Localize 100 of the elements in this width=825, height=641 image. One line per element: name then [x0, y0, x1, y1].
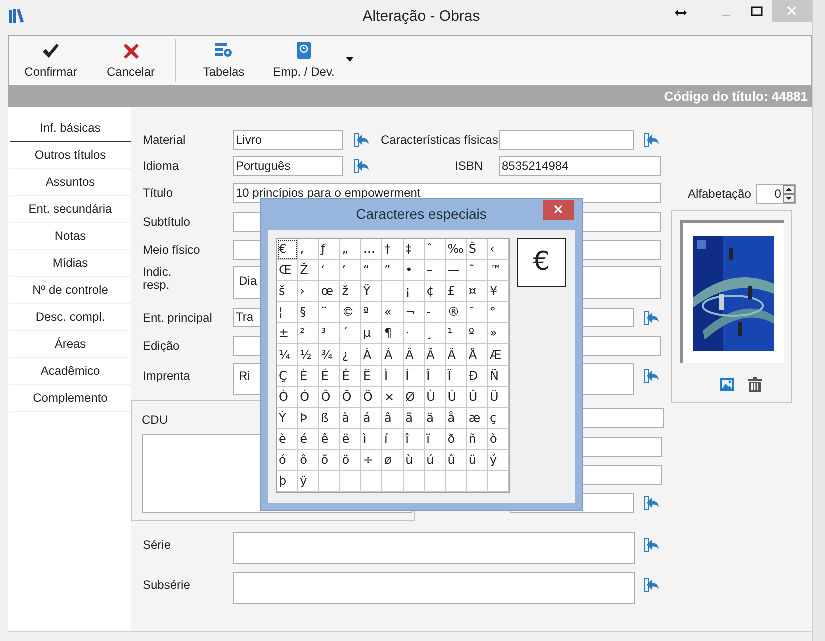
character-cell[interactable]: Í [404, 366, 425, 387]
character-cell[interactable]: – [424, 260, 446, 282]
character-cell[interactable]: Ý [277, 408, 298, 429]
character-cell[interactable]: ½ [298, 344, 320, 366]
character-cell[interactable]: ï [424, 428, 446, 450]
character-cell[interactable]: ’ [340, 260, 362, 282]
character-cell[interactable]: ê [319, 428, 340, 450]
character-cell[interactable]: Œ [277, 260, 298, 282]
character-cell[interactable]: ž [340, 281, 362, 302]
character-cell[interactable]: ö [340, 450, 362, 472]
character-cell[interactable]: ó [277, 450, 298, 472]
toolbar-button[interactable]: Tabelas [184, 40, 264, 80]
character-cell[interactable]: Ï [446, 366, 467, 387]
character-cell[interactable]: Ù [424, 386, 446, 408]
return-arrow-icon[interactable] [354, 133, 370, 147]
sidebar-tab[interactable]: Complemento [10, 385, 131, 412]
sidebar-tab[interactable]: Áreas [10, 331, 131, 358]
image-icon[interactable] [720, 378, 734, 391]
character-cell[interactable]: Þ [298, 408, 320, 429]
character-cell[interactable]: È [298, 366, 320, 387]
character-cell[interactable]: õ [319, 450, 340, 472]
character-cell[interactable]: ñ [466, 428, 488, 450]
toolbar-button[interactable]: Emp. / Dev. [264, 40, 356, 80]
character-cell[interactable]: ü [466, 450, 488, 472]
character-cell[interactable]: ò [488, 428, 510, 450]
character-cell[interactable]: ¦ [277, 302, 298, 324]
sidebar-tab[interactable]: Notas [10, 223, 131, 250]
character-cell[interactable]: € [277, 239, 298, 260]
character-cell[interactable]: í [382, 428, 404, 450]
character-cell[interactable]: Ì [382, 366, 404, 387]
character-cell[interactable]: ‰ [446, 239, 467, 260]
character-cell[interactable]: ú [424, 450, 446, 472]
return-arrow-icon[interactable] [644, 369, 660, 383]
character-cell[interactable]: … [361, 239, 382, 260]
character-cell[interactable]: à [340, 408, 362, 429]
character-cell[interactable]: þ [277, 471, 298, 492]
character-cell[interactable]: Î [424, 366, 446, 387]
character-cell[interactable]: Ú [446, 386, 467, 408]
input-field[interactable]: 8535214984 [499, 156, 661, 176]
character-cell[interactable]: „ [340, 239, 362, 260]
character-cell[interactable]: ¨ [319, 302, 340, 324]
empty-cell[interactable] [361, 471, 382, 492]
character-cell[interactable]: › [298, 281, 320, 302]
character-cell[interactable]: Ÿ [361, 281, 382, 302]
toolbar-button[interactable]: Cancelar [91, 40, 171, 80]
character-cell[interactable]: ý [488, 450, 510, 472]
character-cell[interactable]: º [466, 323, 488, 344]
character-cell[interactable]: ã [404, 408, 425, 429]
toolbar-button[interactable]: Confirmar [11, 40, 91, 80]
character-cell[interactable]: £ [446, 281, 467, 302]
character-cell[interactable]: Ò [277, 386, 298, 408]
character-cell[interactable]: Ü [488, 386, 510, 408]
character-cell[interactable]: ð [446, 428, 467, 450]
return-arrow-icon[interactable] [644, 133, 660, 147]
character-cell[interactable]: š [277, 281, 298, 302]
character-cell[interactable]: ² [298, 323, 320, 344]
return-arrow-icon[interactable] [644, 310, 660, 324]
character-cell[interactable]: Å [466, 344, 488, 366]
character-cell[interactable]: ¸ [424, 323, 446, 344]
character-cell[interactable]: Ë [361, 366, 382, 387]
character-cell[interactable]: µ [361, 323, 382, 344]
character-cell[interactable]: ô [298, 450, 320, 472]
character-cell[interactable]: Â [404, 344, 425, 366]
character-cell[interactable]: Ð [466, 366, 488, 387]
empty-cell[interactable] [382, 471, 404, 492]
character-cell[interactable]: æ [466, 408, 488, 429]
character-cell[interactable]: ‡ [404, 239, 425, 260]
character-cell[interactable]: ‚ [298, 239, 320, 260]
character-cell[interactable]: Ê [340, 366, 362, 387]
sidebar-tab[interactable]: Inf. básicas [10, 115, 131, 142]
character-cell[interactable]: Û [466, 386, 488, 408]
character-cell[interactable]: Ã [424, 344, 446, 366]
character-cell[interactable]: § [298, 302, 320, 324]
character-cell[interactable]: ° [488, 302, 510, 324]
empty-cell[interactable] [424, 471, 446, 492]
empty-cell[interactable] [466, 471, 488, 492]
return-arrow-icon[interactable] [644, 578, 660, 592]
character-cell[interactable]: - [424, 302, 446, 324]
character-cell[interactable]: • [404, 260, 425, 282]
character-cell[interactable]: ” [382, 260, 404, 282]
number-spinner[interactable]: 0 [756, 184, 796, 204]
character-cell[interactable]: ¥ [488, 281, 510, 302]
character-cell[interactable]: Š [466, 239, 488, 260]
empty-cell[interactable] [404, 471, 425, 492]
character-cell[interactable]: © [340, 302, 362, 324]
character-cell[interactable]: û [446, 450, 467, 472]
character-cell[interactable]: É [319, 366, 340, 387]
character-cell[interactable]: ˜ [466, 260, 488, 282]
sidebar-tab[interactable]: Mídias [10, 250, 131, 277]
character-cell[interactable]: ˆ [424, 239, 446, 260]
input-field[interactable]: Português [233, 156, 343, 176]
character-cell[interactable]: ª [361, 302, 382, 324]
input-field[interactable] [233, 572, 635, 604]
character-cell[interactable]: ¿ [340, 344, 362, 366]
character-cell[interactable]: ß [319, 408, 340, 429]
character-cell[interactable]: Ø [404, 386, 425, 408]
character-cell[interactable]: » [488, 323, 510, 344]
character-cell[interactable]: ³ [319, 323, 340, 344]
character-cell[interactable]: « [382, 302, 404, 324]
character-cell[interactable]: × [382, 386, 404, 408]
